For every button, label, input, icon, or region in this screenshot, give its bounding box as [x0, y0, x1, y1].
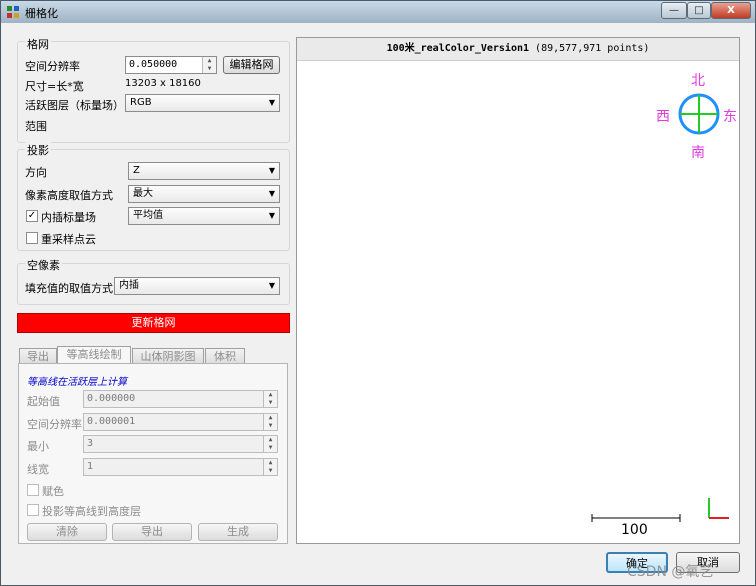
- start-value: 0.000000: [87, 393, 136, 404]
- raster-preview-view[interactable]: 100米_realColor_Version1 (89,577,971 poin…: [296, 37, 740, 544]
- edit-grid-button[interactable]: 编辑格网: [223, 56, 280, 74]
- step-label: 空间分辨率: [27, 418, 82, 431]
- line-width-label: 线宽: [27, 463, 49, 476]
- close-button[interactable]: X: [711, 2, 751, 19]
- compass-rose-icon: [678, 93, 720, 135]
- compass-west-label: 西: [656, 109, 670, 125]
- line-width-input[interactable]: 1 ▲ ▼: [83, 458, 278, 476]
- spin-arrows-icon[interactable]: ▲ ▼: [263, 436, 277, 452]
- resolution-value: 0.050000: [129, 59, 178, 70]
- grid-group-title: 格网: [25, 36, 51, 52]
- fill-value: 内插: [119, 280, 139, 291]
- interp-sf-select[interactable]: 平均值 ▼: [128, 207, 280, 225]
- resolution-input[interactable]: 0.050000 ▲ ▼: [125, 56, 217, 74]
- project-contours-label: 投影等高线到高度层: [42, 505, 141, 518]
- rasterize-dialog: 栅格化 — □ X 格网 空间分辨率 0.050000 ▲ ▼ 编辑格网 尺寸=长…: [0, 0, 756, 586]
- dropdown-arrow-icon: ▼: [268, 211, 275, 220]
- maximize-button[interactable]: □: [687, 2, 711, 19]
- app-icon: [7, 6, 19, 18]
- minimize-button[interactable]: —: [661, 2, 687, 19]
- spin-arrows-icon[interactable]: ▲ ▼: [263, 459, 277, 475]
- point-count: (89,577,971 points): [535, 43, 650, 54]
- export-button[interactable]: 导出: [112, 523, 192, 541]
- dropdown-arrow-icon: ▼: [268, 166, 275, 175]
- color-label: 赋色: [42, 485, 64, 498]
- tab-volume[interactable]: 体积: [205, 348, 245, 364]
- tab-hillshade[interactable]: 山体阴影图: [132, 348, 204, 364]
- cell-height-label: 像素高度取值方式: [25, 189, 113, 202]
- cell-height-select[interactable]: 最大 ▼: [128, 185, 280, 203]
- tab-export[interactable]: 导出: [19, 348, 57, 364]
- contour-hint: 等高线在活跃层上计算: [27, 377, 127, 388]
- spin-arrows-icon[interactable]: ▲ ▼: [263, 391, 277, 407]
- generate-button[interactable]: 生成: [198, 523, 278, 541]
- project-contours-checkbox[interactable]: [27, 504, 39, 516]
- tab-contour[interactable]: 等高线绘制: [57, 346, 131, 364]
- projection-group-title: 投影: [25, 142, 51, 158]
- dropdown-arrow-icon: ▼: [268, 189, 275, 198]
- active-layer-select[interactable]: RGB ▼: [125, 94, 280, 112]
- interp-sf-checkbox[interactable]: ✓: [26, 210, 38, 222]
- resample-label: 重采样点云: [41, 233, 96, 246]
- step-input[interactable]: 0.000001 ▲ ▼: [83, 413, 278, 431]
- spin-arrows-icon[interactable]: ▲ ▼: [263, 414, 277, 430]
- line-width-value: 1: [87, 461, 94, 472]
- compass-east-label: 东: [723, 109, 737, 125]
- compass-south-label: 南: [691, 145, 705, 161]
- direction-select[interactable]: Z ▼: [128, 162, 280, 180]
- title-bar[interactable]: 栅格化 — □ X: [1, 1, 755, 23]
- watermark-text: CSDN @氧艺: [627, 564, 714, 580]
- view-header: 100米_realColor_Version1 (89,577,971 poin…: [297, 38, 739, 61]
- active-layer-value: RGB: [130, 97, 152, 108]
- range-label: 范围: [25, 120, 47, 133]
- step-value: 0.000001: [87, 416, 136, 427]
- size-label: 尺寸=长*宽: [25, 80, 84, 93]
- resample-checkbox[interactable]: [26, 232, 38, 244]
- update-grid-button[interactable]: 更新格网: [17, 313, 290, 333]
- fill-select[interactable]: 内插 ▼: [114, 277, 280, 295]
- dropdown-arrow-icon: ▼: [268, 281, 275, 290]
- min-input[interactable]: 3 ▲ ▼: [83, 435, 278, 453]
- interp-sf-value: 平均值: [133, 210, 163, 221]
- direction-value: Z: [133, 165, 140, 176]
- empty-cells-group-title: 空像素: [25, 257, 62, 273]
- window-title: 栅格化: [25, 7, 58, 20]
- direction-label: 方向: [25, 166, 47, 179]
- cloud-name: 100米_realColor_Version1: [386, 43, 530, 54]
- dropdown-arrow-icon: ▼: [268, 98, 275, 107]
- fill-label: 填充值的取值方式: [25, 282, 113, 295]
- scale-bar-icon: [591, 514, 681, 522]
- min-label: 最小: [27, 440, 49, 453]
- interp-sf-label: 内插标量场: [41, 211, 96, 224]
- size-value: 13203 x 18160: [125, 78, 201, 89]
- start-value-label: 起始值: [27, 395, 60, 408]
- clear-button[interactable]: 清除: [27, 523, 107, 541]
- min-value: 3: [87, 438, 94, 449]
- scale-bar-label: 100: [621, 522, 648, 538]
- start-value-input[interactable]: 0.000000 ▲ ▼: [83, 390, 278, 408]
- resolution-label: 空间分辨率: [25, 60, 80, 73]
- cell-height-value: 最大: [133, 188, 153, 199]
- color-checkbox[interactable]: [27, 484, 39, 496]
- axis-trihedron-icon: [708, 498, 729, 519]
- compass-north-label: 北: [691, 73, 705, 89]
- active-layer-label: 活跃图层（标量场）: [25, 99, 124, 112]
- spin-arrows-icon[interactable]: ▲ ▼: [202, 57, 216, 73]
